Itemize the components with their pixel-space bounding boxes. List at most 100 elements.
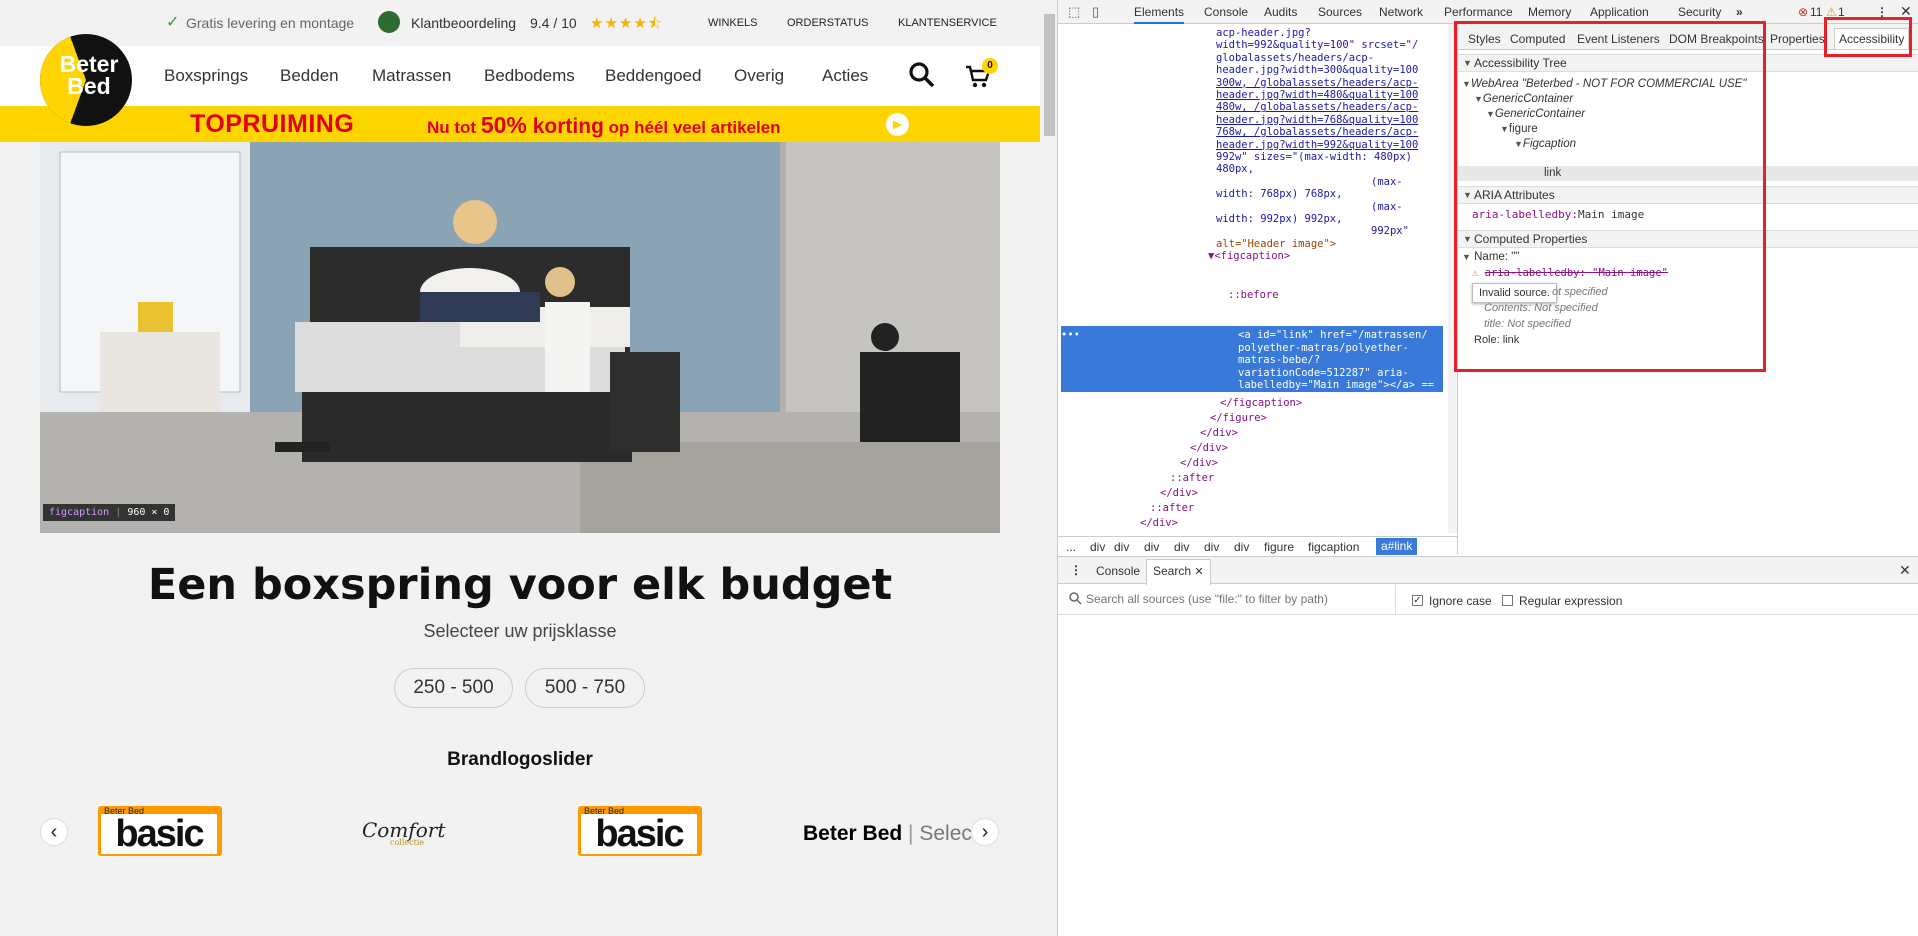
price-range-250-500[interactable]: 250 - 500 xyxy=(394,668,513,708)
promo-pre: Nu tot xyxy=(427,118,481,137)
tab-console[interactable]: Console xyxy=(1204,5,1248,19)
link-klantenservice[interactable]: KLANTENSERVICE xyxy=(898,17,997,29)
code-line[interactable]: 480px, xyxy=(1216,162,1254,177)
breadcrumb-item[interactable]: div xyxy=(1234,540,1249,554)
breadcrumb-item[interactable]: ... xyxy=(1066,540,1076,554)
dom-breadcrumb: ... div div div div div div figure figcaption a#l… xyxy=(1058,536,1457,556)
breadcrumb-item[interactable]: figure xyxy=(1264,540,1294,554)
nav-boxsprings[interactable]: Boxsprings xyxy=(164,66,248,86)
brand-logo-comfort[interactable]: Comfort collectie xyxy=(362,818,445,847)
tab-audits[interactable]: Audits xyxy=(1264,5,1297,19)
brand-logo-select[interactable]: Beter Bed | Select xyxy=(803,822,978,846)
error-icon[interactable]: ⊗ xyxy=(1798,5,1808,19)
code-line[interactable]: 992px" xyxy=(1371,224,1409,239)
scrollbar-thumb[interactable] xyxy=(1044,14,1055,136)
code-line[interactable]: width: 768px) 768px, xyxy=(1216,187,1342,202)
selected-node[interactable]: ••• <a id="link" href="/matrassen/polyet… xyxy=(1061,326,1443,392)
tab-performance[interactable]: Performance xyxy=(1444,5,1513,19)
elements-dom-tree[interactable]: acp-header.jpg? width=992&quality=100" sr… xyxy=(1058,24,1457,533)
tab-memory[interactable]: Memory xyxy=(1528,5,1571,19)
close-search-tab-icon[interactable]: ✕ xyxy=(1194,566,1203,578)
breadcrumb-item[interactable]: div xyxy=(1204,540,1219,554)
brand-slider-title: Brandlogoslider xyxy=(447,749,593,770)
nav-matrassen[interactable]: Matrassen xyxy=(372,66,451,86)
ellipsis-icon: ••• xyxy=(1061,329,1080,341)
sidebar-tab-properties[interactable]: Properties xyxy=(1770,32,1825,46)
hero-image[interactable]: figcaption | 960 × 0 xyxy=(40,142,1000,533)
cart-count-badge: 0 xyxy=(982,58,998,74)
closing-tag-line[interactable]: </div> xyxy=(1190,441,1228,456)
breadcrumb-item[interactable]: div xyxy=(1114,540,1129,554)
search-divider xyxy=(1395,585,1396,615)
promo-title: TOPRUIMING xyxy=(190,110,355,138)
closing-tag-line[interactable]: ::after xyxy=(1150,501,1194,516)
code-line[interactable]: (max- xyxy=(1371,200,1403,215)
drawer-menu-icon[interactable]: ⋮ xyxy=(1070,563,1082,577)
link-winkels[interactable]: WINKELS xyxy=(708,17,758,29)
select-word: Select xyxy=(919,822,978,845)
breadcrumb-item[interactable]: a#link xyxy=(1376,538,1418,555)
code-line[interactable]: width: 992px) 992px, xyxy=(1216,212,1342,227)
drawer-tab-search[interactable]: Search ✕ xyxy=(1146,559,1211,585)
top-utility-bar: ✓ Gratis levering en montage Klantbeoord… xyxy=(0,0,1040,46)
ignore-case-checkbox[interactable]: ✓ xyxy=(1412,595,1423,606)
delivery-text: Gratis levering en montage xyxy=(186,15,355,31)
closing-tag-line[interactable]: ::after xyxy=(1170,471,1214,486)
page-scrollbar[interactable] xyxy=(1042,0,1057,936)
tab-elements[interactable]: Elements xyxy=(1134,5,1185,24)
drawer-tab-bar: ⋮ Console Search ✕ ✕ xyxy=(1058,557,1918,585)
nav-acties[interactable]: Acties xyxy=(822,66,868,86)
closing-tag-line[interactable]: </figcaption> xyxy=(1220,396,1302,411)
promo-banner[interactable]: TOPRUIMING Nu tot 50% korting op héél ve… xyxy=(0,106,1040,142)
brand-logo-basic-2[interactable]: Beter Bed basic xyxy=(578,806,702,856)
price-range-500-750[interactable]: 500 - 750 xyxy=(525,668,645,708)
nav-bedden[interactable]: Bedden xyxy=(280,66,339,86)
nav-overig[interactable]: Overig xyxy=(734,66,784,86)
logo-text: Beter Bed xyxy=(46,51,132,99)
tab-security[interactable]: Security xyxy=(1678,5,1721,19)
closing-tag-line[interactable]: </div> xyxy=(1200,426,1238,441)
tab-sources[interactable]: Sources xyxy=(1318,5,1362,19)
search-icon xyxy=(1068,591,1082,605)
rating-badge-icon xyxy=(378,11,400,33)
code-line[interactable]: ▼<figcaption> xyxy=(1208,249,1290,264)
promo-percent: 50% xyxy=(480,112,527,138)
closing-tag-line[interactable]: </div> xyxy=(1130,531,1168,533)
slider-next-arrow[interactable]: › xyxy=(971,818,999,846)
closing-tag-line[interactable]: </figure> xyxy=(1210,411,1267,426)
drawer-tab-console[interactable]: Console xyxy=(1096,564,1140,578)
play-icon[interactable]: ▶ xyxy=(886,113,909,136)
link-orderstatus[interactable]: ORDERSTATUS xyxy=(787,17,869,29)
breadcrumb-item[interactable]: div xyxy=(1174,540,1189,554)
breadcrumb-item[interactable]: figcaption xyxy=(1308,540,1359,554)
selected-code-line[interactable]: labelledby="Main image"></a> == xyxy=(1238,378,1434,393)
inspect-icon[interactable]: ⬚ xyxy=(1068,4,1080,20)
tab-application[interactable]: Application xyxy=(1590,5,1649,19)
rating-label: Klantbeoordeling xyxy=(411,15,517,31)
tooltip-tag: figcaption xyxy=(49,507,110,518)
logo-line-2: Bed xyxy=(67,73,111,99)
search-row: ✓ Ignore case Regular expression xyxy=(1058,585,1918,615)
close-drawer-icon[interactable]: ✕ xyxy=(1899,562,1911,579)
nav-bedbodems[interactable]: Bedbodems xyxy=(484,66,575,86)
tab-network[interactable]: Network xyxy=(1379,5,1423,19)
breadcrumb-item[interactable]: div xyxy=(1144,540,1159,554)
code-line[interactable]: (max- xyxy=(1371,175,1403,190)
device-toolbar-icon[interactable]: ▯ xyxy=(1092,4,1099,20)
drawer-tab-search-label: Search xyxy=(1153,564,1192,578)
slider-prev-arrow[interactable]: ‹ xyxy=(40,818,68,846)
brand-logo-basic[interactable]: Beter Bed basic xyxy=(98,806,222,856)
more-tabs-icon[interactable]: » xyxy=(1736,5,1743,19)
element-tooltip: figcaption | 960 × 0 xyxy=(43,504,176,521)
breadcrumb-item[interactable]: div xyxy=(1090,540,1105,554)
logo-line-1: Beter xyxy=(59,51,119,77)
closing-tag-line[interactable]: </div> xyxy=(1140,516,1178,531)
basic-logo-word: basic xyxy=(101,814,217,854)
closing-tag-line[interactable]: </div> xyxy=(1180,456,1218,471)
search-sources-input[interactable] xyxy=(1086,589,1446,609)
pseudo-before[interactable]: ::before xyxy=(1228,288,1279,303)
search-icon[interactable] xyxy=(908,60,936,90)
nav-beddengoed[interactable]: Beddengoed xyxy=(605,66,701,86)
closing-tag-line[interactable]: </div> xyxy=(1160,486,1198,501)
regex-checkbox[interactable] xyxy=(1502,595,1513,606)
